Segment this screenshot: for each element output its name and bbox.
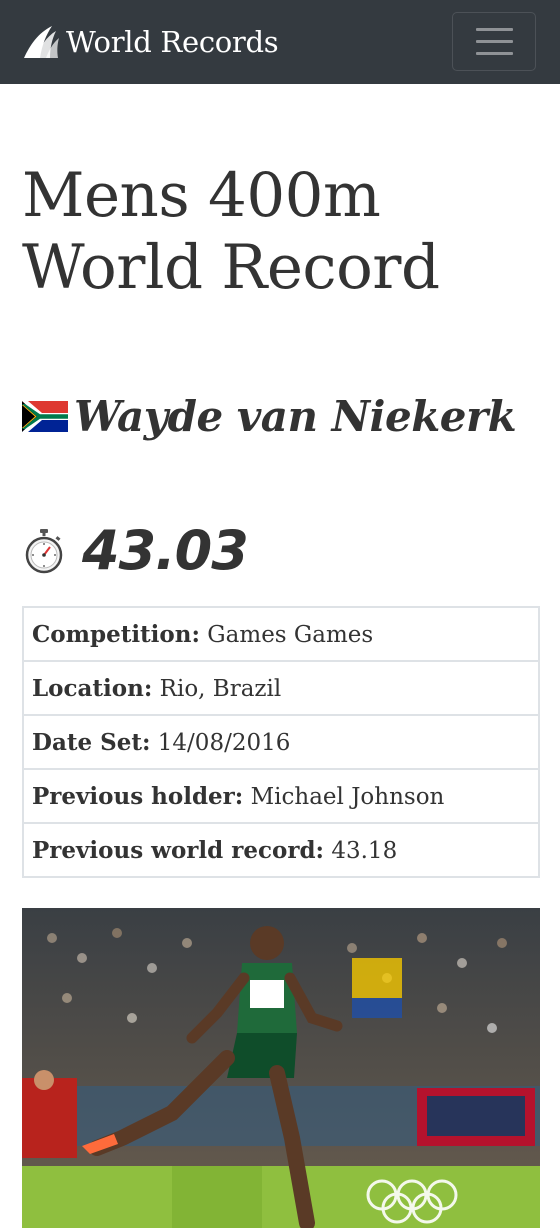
record-details-table: Competition: Games Games Location: Rio, … (22, 606, 540, 878)
page-title: Mens 400m World Record (22, 160, 538, 304)
record-photo (22, 908, 540, 1228)
detail-label: Previous world record: (32, 836, 325, 864)
detail-value: Games Games (199, 621, 374, 648)
table-row: Competition: Games Games (22, 606, 540, 662)
record-time: 43.03 (22, 519, 538, 582)
record-time-value: 43.03 (82, 519, 249, 582)
table-row: Previous world record: 43.18 (22, 822, 540, 878)
table-row: Date Set: 14/08/2016 (22, 714, 540, 770)
main-content: Mens 400m World Record Wayde van Niekerk (0, 84, 560, 1228)
record-holder: Wayde van Niekerk (22, 392, 538, 441)
winged-logo-icon (24, 26, 59, 58)
athlete-photo-image (22, 908, 540, 1228)
detail-value: 43.18 (324, 837, 398, 864)
page-title-line2: World Record (22, 232, 440, 303)
menu-toggle-button[interactable] (452, 12, 536, 71)
detail-value: Michael Johnson (243, 783, 445, 810)
holder-name: Wayde van Niekerk (74, 392, 517, 441)
detail-label: Previous holder: (32, 782, 244, 810)
navbar: World Records (0, 0, 560, 84)
south-africa-flag-icon (22, 401, 68, 432)
page-title-line1: Mens 400m (22, 160, 381, 231)
brand-title: World Records (66, 25, 279, 59)
table-row: Previous holder: Michael Johnson (22, 768, 540, 824)
detail-label: Competition: (32, 620, 200, 648)
detail-value: 14/08/2016 (150, 729, 291, 756)
hamburger-menu-icon (475, 28, 513, 31)
detail-label: Date Set: (32, 728, 151, 756)
brand-link[interactable]: World Records (22, 23, 279, 61)
stopwatch-icon (25, 528, 63, 573)
table-row: Location: Rio, Brazil (22, 660, 540, 716)
detail-label: Location: (32, 674, 153, 702)
detail-value: Rio, Brazil (152, 675, 282, 702)
